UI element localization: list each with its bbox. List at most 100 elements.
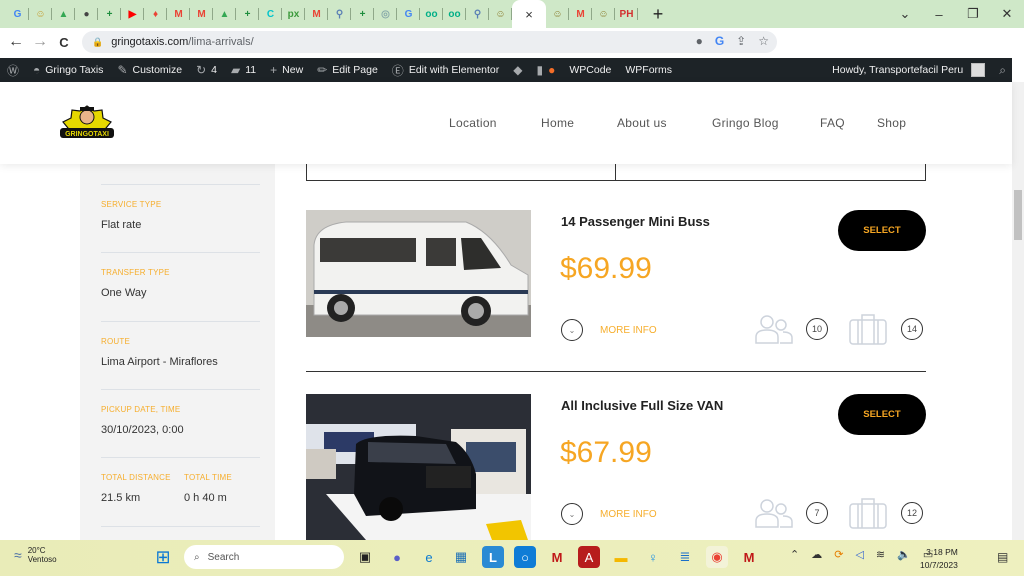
forward-button[interactable]: →: [28, 33, 52, 51]
wp-site-name[interactable]: ◓ Gringo Taxis: [26, 58, 110, 82]
tips-icon[interactable]: ♀: [642, 546, 664, 568]
search-icon[interactable]: ⌕: [999, 63, 1006, 78]
store-icon[interactable]: ▦: [450, 546, 472, 568]
select-button[interactable]: SELECT: [838, 210, 926, 251]
more-info-label[interactable]: MORE INFO: [600, 325, 657, 336]
more-info-label[interactable]: MORE INFO: [600, 509, 657, 520]
maximize-button[interactable]: ❐: [956, 6, 990, 22]
sync-icon[interactable]: ⟳: [834, 548, 843, 561]
browser-tab[interactable]: ▶: [121, 0, 144, 28]
wp-edit-page[interactable]: ✏ Edit Page: [310, 58, 385, 82]
location-arrow-icon[interactable]: ◁: [855, 548, 863, 561]
menu-item-about-us[interactable]: About us: [617, 116, 712, 130]
browser-tab[interactable]: ☺: [592, 0, 615, 28]
browser-tab[interactable]: +: [236, 0, 259, 28]
user-avatar[interactable]: [971, 63, 986, 77]
file-explorer-icon[interactable]: ▬: [610, 546, 632, 568]
acrobat-icon[interactable]: A: [578, 546, 600, 568]
howdy-user[interactable]: Howdy, Transportefacil Peru: [832, 64, 963, 76]
more-info-toggle[interactable]: ⌄ MORE INFO: [561, 319, 657, 341]
back-button[interactable]: ←: [4, 33, 28, 51]
more-info-toggle[interactable]: ⌄ MORE INFO: [561, 503, 657, 525]
wp-wpforms[interactable]: WPForms: [618, 58, 679, 82]
browser-tab[interactable]: ◎: [374, 0, 397, 28]
wp-updates[interactable]: ↻ 4: [189, 58, 224, 82]
notepad-icon[interactable]: ≣: [674, 546, 696, 568]
url-input[interactable]: 🔒 gringotaxis.com/lima-arrivals/ ● G ⇪ ☆: [82, 31, 777, 53]
chatgpt-icon: ◎: [381, 8, 390, 20]
edge-icon[interactable]: e: [418, 546, 440, 568]
reload-button[interactable]: C: [52, 35, 76, 50]
chevron-up-icon[interactable]: ⌃: [790, 548, 799, 561]
wp-customize[interactable]: ✎ Customize: [110, 58, 189, 82]
browser-tab[interactable]: oo: [443, 0, 466, 28]
site-logo[interactable]: GRINGOTAXI: [56, 102, 118, 146]
browser-tab[interactable]: C: [259, 0, 282, 28]
browser-tab[interactable]: M: [190, 0, 213, 28]
chrome-icon[interactable]: ◉: [706, 546, 728, 568]
select-button[interactable]: SELECT: [838, 394, 926, 435]
taskbar-clock[interactable]: 3:18 PM 10/7/2023: [920, 546, 958, 572]
start-windows-icon[interactable]: ⊞: [152, 546, 174, 568]
menu-item-location[interactable]: Location: [449, 116, 541, 130]
onedrive-icon[interactable]: ☁: [811, 548, 822, 561]
wp-comments[interactable]: ▰ 11: [224, 58, 263, 82]
sheets-icon: +: [106, 8, 113, 20]
browser-tab-active[interactable]: ×: [512, 0, 546, 28]
browser-tab[interactable]: ♦: [144, 0, 167, 28]
close-window-button[interactable]: ✕: [990, 6, 1024, 22]
minimize-button[interactable]: –: [922, 7, 956, 22]
wifi-icon[interactable]: ≋: [876, 548, 885, 561]
google-lens-icon[interactable]: G: [715, 34, 724, 48]
wp-logo[interactable]: Ⓦ: [0, 58, 26, 82]
close-tab-icon[interactable]: ×: [525, 7, 533, 22]
browser-tab[interactable]: ▲: [213, 0, 236, 28]
mcafee-icon[interactable]: M: [546, 546, 568, 568]
app-l-icon[interactable]: L: [482, 546, 504, 568]
browser-tab[interactable]: ☺: [546, 0, 569, 28]
notification-icon[interactable]: ▤: [997, 550, 1008, 564]
browser-tab[interactable]: M: [305, 0, 328, 28]
menu-item-shop[interactable]: Shop: [877, 116, 906, 130]
browser-tab[interactable]: G: [397, 0, 420, 28]
bookmark-star-icon[interactable]: ☆: [758, 34, 769, 48]
wp-yoast[interactable]: ▮ ●: [530, 58, 563, 82]
share-icon[interactable]: ⇪: [736, 34, 746, 48]
wp-edit-elementor[interactable]: Ⓔ Edit with Elementor: [385, 58, 506, 82]
browser-tab[interactable]: ☺: [489, 0, 512, 28]
taskbar-search[interactable]: ⌕ Search: [184, 545, 344, 569]
browser-tab[interactable]: M: [569, 0, 592, 28]
menu-item-faq[interactable]: FAQ: [820, 116, 877, 130]
menu-item-gringo-blog[interactable]: Gringo Blog: [712, 116, 820, 130]
wp-diamond[interactable]: ◆: [506, 58, 529, 82]
browser-tab[interactable]: +: [98, 0, 121, 28]
task-view-icon[interactable]: ▣: [354, 546, 376, 568]
browser-tab[interactable]: M: [167, 0, 190, 28]
location-icon[interactable]: ●: [696, 34, 703, 48]
new-tab-button[interactable]: +: [648, 4, 668, 25]
chevron-down-icon[interactable]: ⌄: [561, 319, 583, 341]
weather-widget[interactable]: ≈ 20°C Ventoso: [14, 546, 57, 564]
browser-tab[interactable]: ⚲: [466, 0, 489, 28]
browser-tab[interactable]: ▲: [52, 0, 75, 28]
page-scrollbar[interactable]: [1012, 82, 1024, 540]
browser-tab[interactable]: PH: [615, 0, 638, 28]
cortana-icon[interactable]: ○: [514, 546, 536, 568]
scrollbar-thumb[interactable]: [1014, 190, 1022, 240]
mcafee-icon[interactable]: M: [738, 546, 760, 568]
browser-tab[interactable]: oo: [420, 0, 443, 28]
yoast-icon: ▮: [536, 63, 544, 77]
browser-tab[interactable]: ☺: [29, 0, 52, 28]
browser-tab[interactable]: px: [282, 0, 305, 28]
wp-wpcode[interactable]: WPCode: [562, 58, 618, 82]
browser-tab[interactable]: +: [351, 0, 374, 28]
browser-tab[interactable]: ⚲: [328, 0, 351, 28]
menu-item-home[interactable]: Home: [541, 116, 617, 130]
chevron-down-icon[interactable]: ⌄: [561, 503, 583, 525]
browser-tab[interactable]: G: [6, 0, 29, 28]
browser-tab[interactable]: ●: [75, 0, 98, 28]
teams-icon[interactable]: ●: [386, 546, 408, 568]
tab-search-dropdown[interactable]: ⌄: [888, 6, 922, 22]
volume-icon[interactable]: 🔈: [897, 548, 911, 561]
wp-new[interactable]: + New: [263, 58, 310, 82]
